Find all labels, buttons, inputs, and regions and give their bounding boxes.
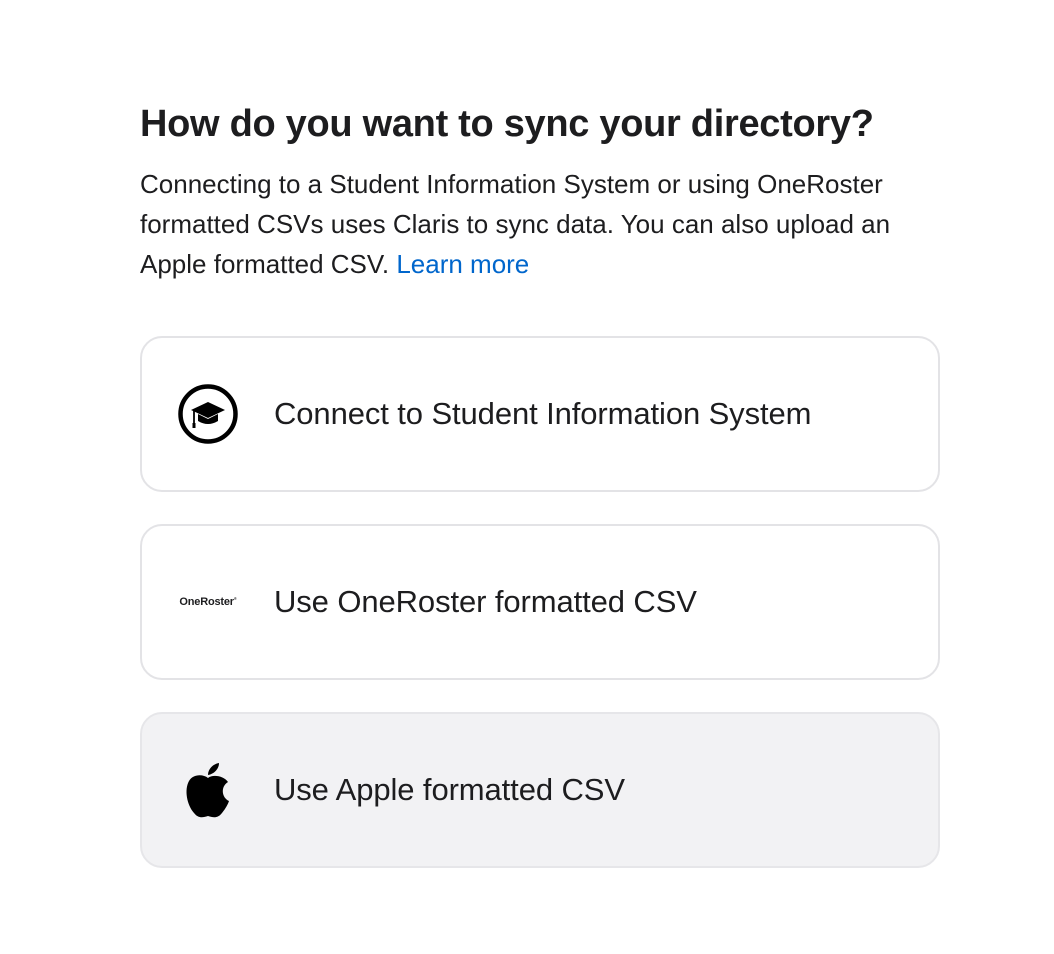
option-oneroster-csv[interactable]: OneRoster® Use OneRoster formatted CSV bbox=[140, 524, 940, 680]
graduation-cap-icon bbox=[160, 374, 256, 454]
page-description: Connecting to a Student Information Syst… bbox=[140, 164, 930, 284]
page-title: How do you want to sync your directory? bbox=[140, 103, 874, 145]
option-apple-csv[interactable]: Use Apple formatted CSV bbox=[140, 712, 940, 868]
apple-logo-icon bbox=[160, 750, 256, 830]
option-label: Connect to Student Information System bbox=[274, 396, 812, 431]
option-label: Use OneRoster formatted CSV bbox=[274, 584, 697, 619]
option-label: Use Apple formatted CSV bbox=[274, 772, 625, 807]
sync-options: Connect to Student Information System On… bbox=[140, 336, 940, 868]
oneroster-logo: OneRoster® bbox=[179, 596, 237, 608]
oneroster-logo-text: OneRoster bbox=[179, 596, 234, 608]
sync-directory-panel: How do you want to sync your directory? … bbox=[140, 100, 940, 900]
learn-more-link[interactable]: Learn more bbox=[396, 249, 529, 279]
option-student-information-system[interactable]: Connect to Student Information System bbox=[140, 336, 940, 492]
